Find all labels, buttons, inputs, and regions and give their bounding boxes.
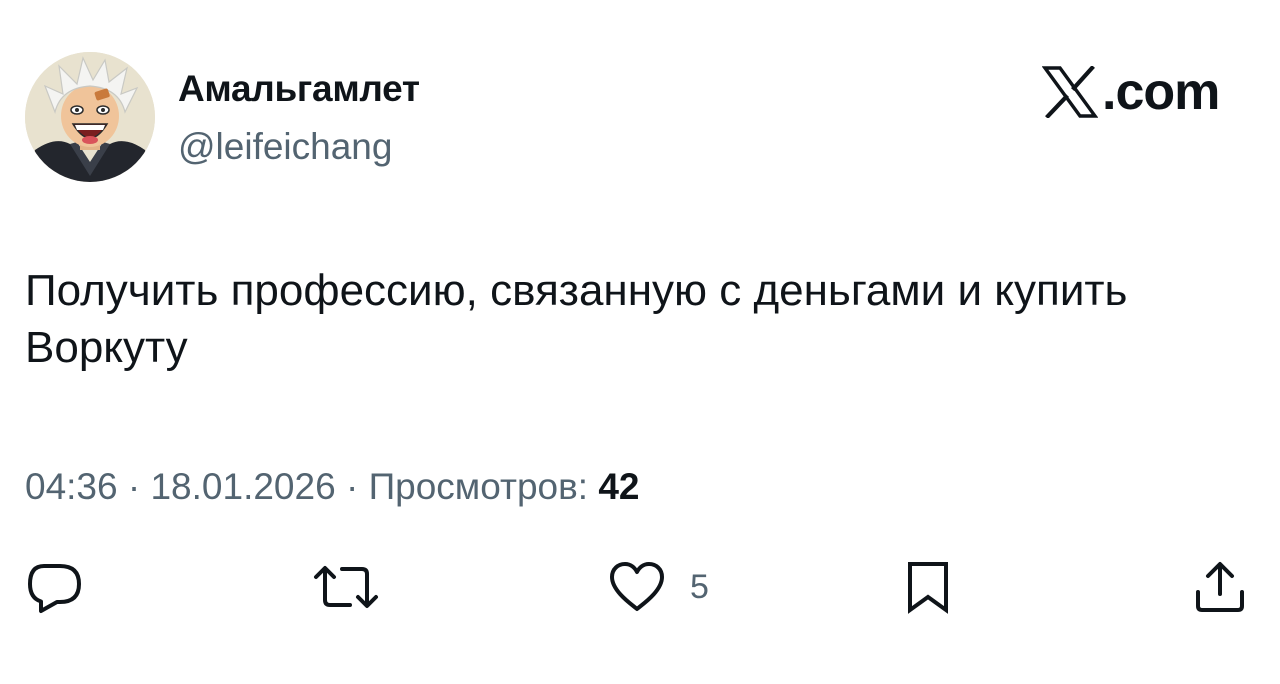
share-button[interactable]: [1193, 560, 1247, 614]
heart-icon: [610, 562, 664, 611]
meta-separator: ·: [117, 466, 151, 507]
views-count: 42: [598, 466, 640, 507]
anime-avatar-image: [25, 52, 155, 182]
repost-icon: [314, 566, 378, 608]
reply-button[interactable]: [26, 560, 84, 614]
repost-button[interactable]: [312, 560, 380, 614]
tweet-meta: 04:36 · 18.01.2026 · Просмотров: 42: [25, 468, 640, 505]
author-display-name[interactable]: Амальгамлет: [178, 70, 420, 107]
avatar[interactable]: [25, 52, 155, 182]
tweet-text: Получить профессию, связанную с деньгами…: [25, 266, 1128, 372]
tweet-date[interactable]: 18.01.2026: [150, 466, 335, 507]
bookmark-button[interactable]: [903, 560, 953, 614]
reply-icon: [28, 564, 81, 613]
tweet-time[interactable]: 04:36: [25, 466, 118, 507]
bookmark-icon: [908, 562, 948, 614]
like-button[interactable]: 5: [608, 560, 709, 614]
author-handle[interactable]: @leifeichang: [178, 128, 392, 165]
x-logo-icon: [1042, 66, 1098, 118]
meta-separator: ·: [335, 466, 369, 507]
x-com-logo: .com: [1042, 62, 1220, 122]
like-count: 5: [690, 568, 709, 606]
logo-domain-text: .com: [1102, 63, 1220, 121]
share-icon: [1196, 562, 1244, 612]
views-label: Просмотров:: [368, 466, 589, 507]
